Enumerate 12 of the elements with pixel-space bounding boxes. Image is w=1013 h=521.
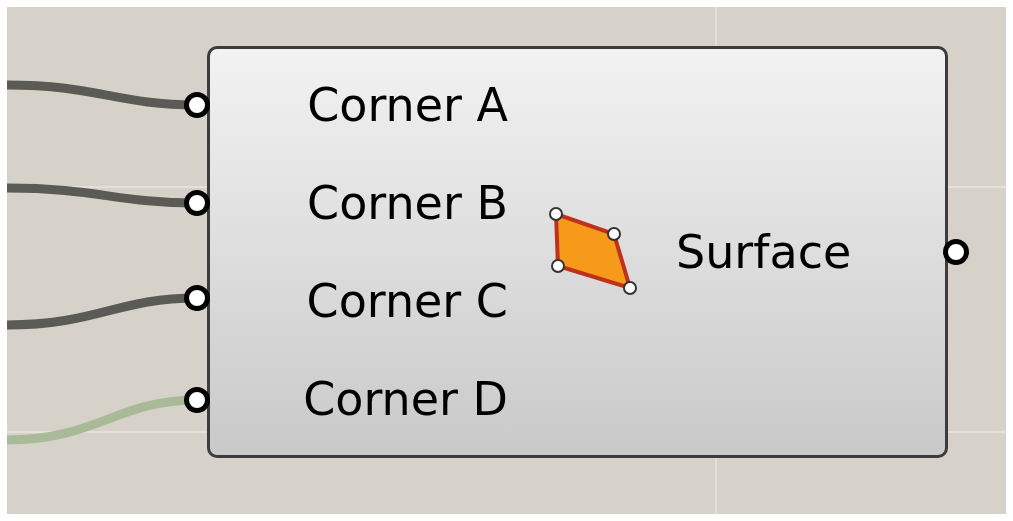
input-port[interactable] bbox=[184, 92, 210, 118]
input-port[interactable] bbox=[184, 387, 210, 413]
quad-surface-icon bbox=[548, 206, 640, 298]
input-port[interactable] bbox=[184, 285, 210, 311]
input-port[interactable] bbox=[184, 190, 210, 216]
output-label: Surface bbox=[676, 229, 852, 275]
input-label: Corner B bbox=[307, 180, 508, 226]
input-label: Corner C bbox=[306, 278, 508, 324]
output-port[interactable] bbox=[943, 239, 969, 265]
input-label: Corner A bbox=[307, 82, 508, 128]
input-label: Corner D bbox=[303, 376, 508, 422]
component-node[interactable]: Corner A Corner B Corner C Corner D Surface bbox=[207, 46, 948, 458]
